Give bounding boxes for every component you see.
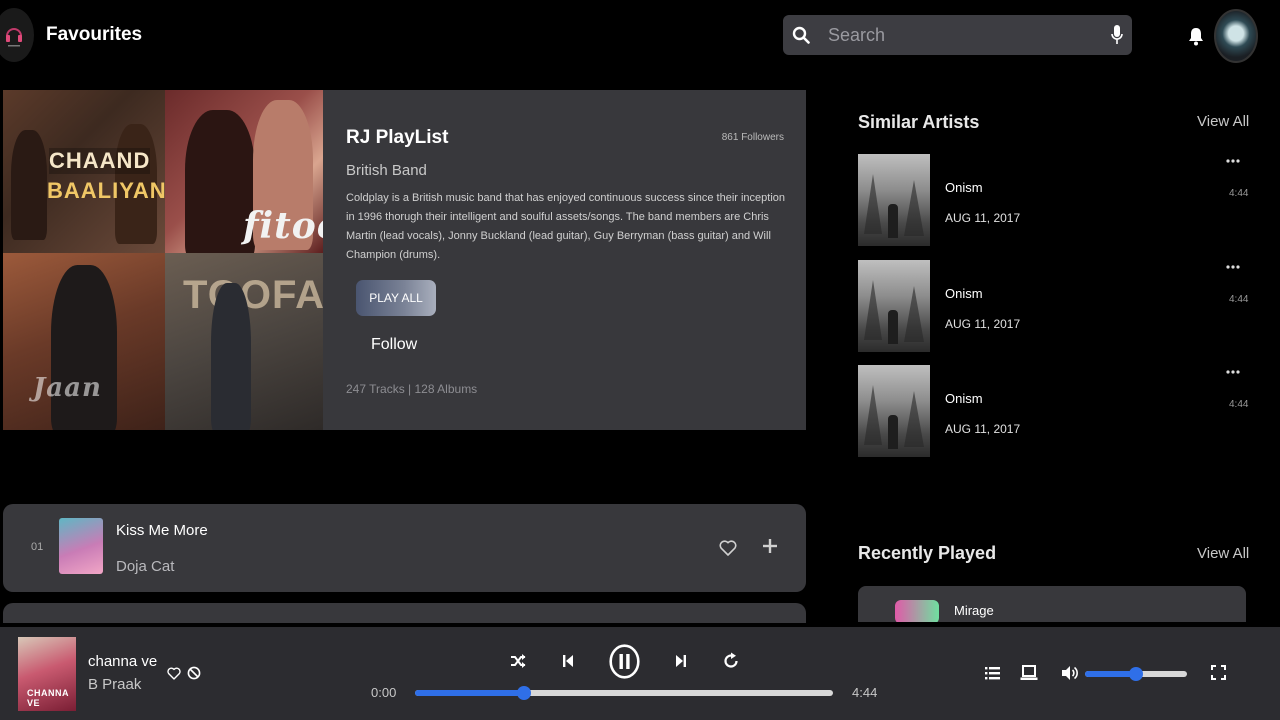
more-options-icon[interactable] [1226,264,1240,270]
play-all-button[interactable]: PLAY ALL [356,280,436,316]
search-bar[interactable] [783,15,1132,55]
artist-item[interactable]: Onism AUG 11, 2017 4:44 [858,365,1248,459]
artist-thumbnail [858,260,930,352]
cover-title: TOOFAN [183,273,323,317]
artist-thumbnail [858,154,930,246]
cover-title: Jaan [33,373,102,403]
artist-thumbnail [858,365,930,457]
track-artist: Doja Cat [116,558,175,575]
device-icon[interactable] [1020,665,1038,681]
logo[interactable] [0,8,34,62]
track-title: Kiss Me More [116,522,208,539]
similar-artists-title: Similar Artists [858,112,980,132]
artist-date: AUG 11, 2017 [945,422,1021,436]
artist-item[interactable]: Onism AUG 11, 2017 4:44 [858,154,1248,248]
playlist-cover-collage: CHAAND BAALIYAN fitoor Jaan TOOFAN [3,90,323,430]
playlist-subtitle: British Band [346,162,427,179]
cover-toofan[interactable]: TOOFAN [165,253,323,430]
app: Favourites CHAAND BAALI [0,0,1280,720]
artist-name: Onism [945,180,983,195]
total-time: 4:44 [852,685,878,700]
shuffle-icon[interactable] [510,654,526,668]
now-playing-artist: B Praak [88,676,142,693]
artist-name: Onism [945,286,983,301]
player-bar: CHANNA VE channa ve B Praak 0:00 4:44 [0,627,1280,720]
recently-played-title: Recently Played [858,543,997,563]
cover-chaand-baaliyan[interactable]: CHAAND BAALIYAN [3,90,165,253]
track-number: 01 [31,541,44,553]
playlist-card: CHAAND BAALIYAN fitoor Jaan TOOFAN RJ Pl… [3,90,806,430]
cover-label: CHANNA VE [27,688,69,708]
artist-duration: 4:44 [1229,294,1249,305]
queue-list-icon[interactable] [985,666,1000,680]
artist-date: AUG 11, 2017 [945,317,1021,331]
fullscreen-icon[interactable] [1211,665,1226,680]
heart-icon[interactable] [719,540,737,556]
cover-fitoor[interactable]: fitoor [165,90,323,253]
recent-title: Mirage [954,603,994,618]
search-icon[interactable] [792,26,810,44]
similar-artists-view-all[interactable]: View All [1197,113,1249,130]
cover-jaan[interactable]: Jaan [3,253,165,430]
cover-title-line1: CHAAND [49,148,151,174]
artist-duration: 4:44 [1229,188,1249,199]
headphones-icon [6,28,22,47]
now-playing-title: channa ve [88,653,158,670]
header: Favourites [0,0,1280,72]
cover-title-line2: BAALIYAN [47,178,165,203]
track-row[interactable]: 01 Kiss Me More Doja Cat [3,504,806,592]
follow-button[interactable]: Follow [371,336,417,354]
progress-handle[interactable] [516,686,531,700]
volume-handle[interactable] [1129,667,1143,681]
playlist-stats: 247 Tracks | 128 Albums [346,382,478,396]
avatar[interactable] [1214,9,1258,63]
volume-icon[interactable] [1061,665,1079,681]
previous-icon[interactable] [562,654,574,668]
cover-title: fitoor [243,205,323,247]
track-row[interactable] [3,603,806,623]
playlist-title: RJ PlayList [346,127,449,148]
repeat-icon[interactable] [723,652,739,670]
artist-item[interactable]: Onism AUG 11, 2017 4:44 [858,260,1248,354]
recently-played-view-all[interactable]: View All [1197,545,1249,562]
heart-icon[interactable] [167,667,181,680]
track-artwork [59,518,103,574]
progress-fill [415,690,524,696]
artist-name: Onism [945,391,983,406]
page-title: Favourites [46,24,143,45]
artist-duration: 4:44 [1229,399,1249,410]
more-options-icon[interactable] [1226,369,1240,375]
next-icon[interactable] [675,654,687,668]
volume-slider[interactable] [1085,667,1187,681]
progress-bar[interactable] [415,686,833,700]
pause-icon[interactable] [609,644,640,679]
bell-icon[interactable] [1187,26,1205,46]
more-options-icon[interactable] [1226,158,1240,164]
recently-played-item[interactable]: Mirage [858,586,1246,622]
current-time: 0:00 [371,685,397,700]
search-input[interactable] [828,24,1110,46]
block-icon[interactable] [187,666,201,680]
microphone-icon[interactable] [1110,24,1124,46]
followers-count: 861 Followers [721,132,784,143]
add-icon[interactable] [762,538,778,554]
now-playing-artwork[interactable]: CHANNA VE [18,637,76,711]
recent-artwork [895,600,939,622]
artist-date: AUG 11, 2017 [945,211,1021,225]
playlist-info: RJ PlayList 861 Followers British Band C… [346,90,806,430]
playlist-description: Coldplay is a British music band that ha… [346,192,786,261]
